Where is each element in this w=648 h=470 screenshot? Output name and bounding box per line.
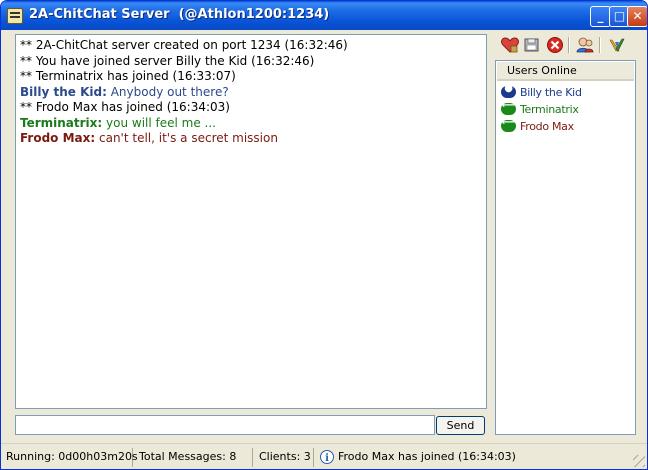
disk-icon[interactable] <box>522 36 542 54</box>
user-self-icon: ● <box>501 83 516 98</box>
stop-icon[interactable] <box>545 36 565 54</box>
close-button[interactable]: ✕ <box>627 6 647 27</box>
user-arrow-icon: ⟵ <box>501 117 516 132</box>
toolbar-separator <box>599 37 601 53</box>
client-area: ** 2A-ChitChat server created on port 12… <box>4 30 644 441</box>
status-bar: Running: 0d00h03m20s Total Messages: 8 C… <box>1 443 647 469</box>
send-button[interactable]: Send <box>436 416 485 435</box>
system-message: ** You have joined server Billy the Kid … <box>20 53 315 68</box>
message-nick: Billy the Kid: <box>20 84 107 99</box>
system-message: ** Frodo Max has joined (16:34:03) <box>20 100 230 114</box>
user-name: Terminatrix <box>520 103 579 116</box>
status-running: Running: 0d00h03m20s <box>1 448 138 467</box>
system-message: ** Terminatrix has joined (16:33:07) <box>20 69 236 83</box>
toolbar-separator <box>568 37 570 53</box>
status-last-event-text: Frodo Max has joined (16:34:03) <box>338 450 516 463</box>
users-online-header[interactable]: Users Online <box>497 62 634 81</box>
status-last-event: i Frodo Max has joined (16:34:03) <box>315 448 641 467</box>
message-text: Anybody out there? <box>106 84 229 99</box>
system-message: ** 2A-ChitChat server created on port 12… <box>20 38 348 52</box>
info-icon: i <box>320 450 334 464</box>
minimize-button[interactable]: _ <box>590 6 611 27</box>
user-name: Frodo Max <box>520 120 574 133</box>
title-bar[interactable]: 2A-ChitChat Server (@Athlon1200:1234) _ … <box>1 1 647 30</box>
window-title: 2A-ChitChat Server (@Athlon1200:1234) <box>29 7 330 22</box>
chat-message: Terminatrix: you will feel me ... <box>20 116 482 132</box>
toolbar <box>495 34 636 56</box>
users-icon[interactable] <box>575 36 595 54</box>
users-online-list[interactable]: Users Online ● Billy the Kid ⟵ Terminatr… <box>495 60 636 435</box>
server-window: 2A-ChitChat Server (@Athlon1200:1234) _ … <box>0 0 648 470</box>
user-arrow-icon: ⟵ <box>501 100 516 115</box>
chart-icon[interactable] <box>607 36 627 54</box>
user-name: Billy the Kid <box>520 86 582 99</box>
chat-message: Frodo Max: can't tell, it's a secret mis… <box>20 131 482 147</box>
chat-message: Billy the Kid: Anybody out there? <box>20 85 482 101</box>
app-icon[interactable] <box>7 8 23 24</box>
message-nick: Frodo Max: <box>20 131 96 145</box>
status-total-messages: Total Messages: 8 <box>134 448 253 467</box>
message-text: can't tell, it's a secret mission <box>95 131 278 145</box>
heart-icon[interactable] <box>500 36 520 54</box>
message-text: you will feel me ... <box>102 115 216 130</box>
resize-grip[interactable] <box>633 455 645 467</box>
message-input[interactable] <box>15 415 435 435</box>
status-clients: Clients: 3 <box>254 448 314 467</box>
right-panel: Users Online ● Billy the Kid ⟵ Terminatr… <box>495 34 636 435</box>
message-nick: Terminatrix: <box>20 115 103 130</box>
chat-log[interactable]: ** 2A-ChitChat server created on port 12… <box>15 34 487 409</box>
